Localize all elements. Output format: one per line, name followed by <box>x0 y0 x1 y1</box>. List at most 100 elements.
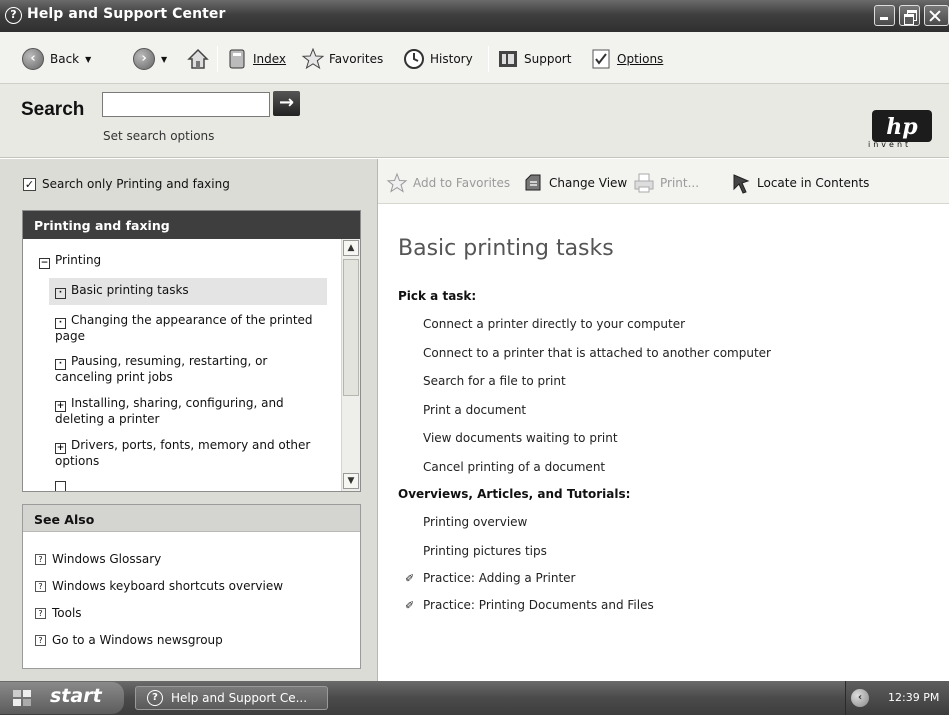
pencil-icon: ✐ <box>405 598 415 612</box>
task-link[interactable]: Search for a file to print <box>423 374 566 388</box>
home-button[interactable] <box>186 47 210 71</box>
see-also-link[interactable]: ? Windows Glossary <box>35 552 161 566</box>
forward-arrow-icon: › <box>133 48 155 70</box>
help-topic-icon: ? <box>35 580 46 592</box>
history-button[interactable]: History <box>403 47 473 71</box>
see-also-label: Go to a Windows newsgroup <box>52 633 223 647</box>
index-label: Index <box>253 52 287 66</box>
tree-item-label: Printing <box>55 253 102 267</box>
close-button[interactable] <box>924 5 949 26</box>
topic-icon: · <box>55 288 66 299</box>
scroll-up-icon[interactable]: ▲ <box>343 240 359 256</box>
favorites-label: Favorites <box>329 52 384 66</box>
support-icon <box>499 51 517 67</box>
set-search-options-link[interactable]: Set search options <box>103 129 214 143</box>
back-button[interactable]: ‹ Back ▼ <box>22 47 91 71</box>
tree-item-label: Installing, sharing, configuring, and de… <box>55 396 284 426</box>
expand-icon[interactable]: + <box>55 401 66 412</box>
overview-link[interactable]: Printing overview <box>423 515 527 529</box>
chevron-down-icon[interactable]: ▼ <box>161 55 167 64</box>
checkbox-checked-icon[interactable]: ✓ <box>23 177 36 191</box>
help-icon: ? <box>5 7 22 24</box>
favorites-button[interactable]: Favorites <box>302 47 383 71</box>
expand-icon[interactable]: + <box>55 443 66 454</box>
chevron-down-icon[interactable]: ▼ <box>85 55 91 64</box>
see-also-link[interactable]: ? Go to a Windows newsgroup <box>35 633 223 647</box>
change-view-icon <box>525 174 541 191</box>
locate-in-contents-label: Locate in Contents <box>757 176 870 190</box>
task-link[interactable]: View documents waiting to print <box>423 431 618 445</box>
search-go-button[interactable]: → <box>273 91 300 116</box>
support-button[interactable]: Support <box>497 47 571 71</box>
tree-item-partial[interactable] <box>55 480 317 491</box>
scroll-thumb[interactable] <box>343 259 359 396</box>
options-label: Options <box>617 52 664 66</box>
forward-button[interactable]: › ▼ <box>133 47 167 71</box>
tree-item-pausing-jobs[interactable]: · Pausing, resuming, restarting, or cance… <box>55 354 323 385</box>
search-input[interactable] <box>102 92 270 117</box>
overviews-heading: Overviews, Articles, and Tutorials: <box>398 487 631 501</box>
search-label: Search <box>21 99 85 120</box>
practice-link[interactable]: ✐ Practice: Printing Documents and Files <box>405 598 654 612</box>
see-also-link[interactable]: ? Windows keyboard shortcuts overview <box>35 579 283 593</box>
maximize-button[interactable] <box>899 5 920 26</box>
see-also-panel: See Also ? Windows Glossary ? Windows keyb… <box>22 504 361 669</box>
content-toolbar: Add to Favorites Change View Print... Lo… <box>378 159 949 204</box>
see-also-label: Windows Glossary <box>52 552 162 566</box>
topic-tree: − Printing · Basic printing tasks · Changin… <box>23 239 341 491</box>
change-view-button[interactable]: Change View <box>522 171 627 195</box>
help-icon: ? <box>147 690 163 706</box>
tree-item-basic-printing-tasks[interactable]: · Basic printing tasks <box>49 278 327 305</box>
see-also-link[interactable]: ? Tools <box>35 606 82 620</box>
print-button[interactable]: Print... <box>633 171 699 195</box>
task-link[interactable]: Connect to a printer that is attached to… <box>423 346 771 360</box>
scope-checkbox[interactable]: ✓ Search only Printing and faxing <box>23 177 230 191</box>
minimize-button[interactable] <box>874 5 895 26</box>
left-pane: ✓ Search only Printing and faxing Printi… <box>0 159 378 681</box>
task-link[interactable]: Print a document <box>423 403 526 417</box>
pick-task-heading: Pick a task: <box>398 289 477 303</box>
tree-item-label: Pausing, resuming, restarting, or cancel… <box>55 354 268 384</box>
tree-item-drivers-ports[interactable]: + Drivers, ports, fonts, memory and other… <box>55 438 317 469</box>
svg-text:hp: hp <box>886 114 918 140</box>
back-arrow-icon: ‹ <box>22 48 44 70</box>
chevron-left-icon[interactable]: ‹ <box>851 689 869 707</box>
locate-arrow-icon <box>733 174 750 194</box>
locate-in-contents-button[interactable]: Locate in Contents <box>730 171 869 195</box>
scroll-down-icon[interactable]: ▼ <box>343 473 359 489</box>
taskbar-item-label: Help and Support Ce... <box>171 691 308 705</box>
tree-item-label: Basic printing tasks <box>71 283 189 297</box>
page-title: Basic printing tasks <box>398 236 614 261</box>
overview-link[interactable]: Printing pictures tips <box>423 544 547 558</box>
topic-header: Printing and faxing <box>23 211 360 239</box>
tree-item-changing-appearance[interactable]: · Changing the appearance of the printed … <box>55 313 321 344</box>
practice-label: Practice: Adding a Printer <box>423 571 576 585</box>
pencil-icon: ✐ <box>405 571 415 585</box>
practice-link[interactable]: ✐ Practice: Adding a Printer <box>405 571 575 585</box>
tree-item-printing[interactable]: − Printing <box>39 253 101 269</box>
task-link[interactable]: Cancel printing of a document <box>423 460 605 474</box>
windows-logo-icon <box>13 690 31 706</box>
topic-scrollbar[interactable]: ▲ ▼ <box>341 239 360 491</box>
checklist-icon <box>592 49 610 69</box>
task-link[interactable]: Connect a printer directly to your compu… <box>423 317 685 331</box>
start-button[interactable]: start <box>0 682 124 714</box>
taskbar-item-help[interactable]: ? Help and Support Ce... <box>135 686 328 710</box>
index-button[interactable]: Index <box>226 47 286 71</box>
clock: 12:39 PM <box>888 691 940 704</box>
start-label: start <box>50 685 102 707</box>
collapse-icon[interactable]: − <box>39 258 50 269</box>
add-to-favorites-button[interactable]: Add to Favorites <box>386 171 510 195</box>
tree-item-label: Drivers, ports, fonts, memory and other … <box>55 438 311 468</box>
content-pane: Basic printing tasks Pick a task: Connec… <box>378 205 949 681</box>
title-bar[interactable]: ? Help and Support Center <box>0 0 949 32</box>
hp-logo: hp <box>872 110 932 142</box>
print-label: Print... <box>660 176 700 190</box>
search-band: Search → Set search options hp invent <box>0 84 949 158</box>
tree-item-installing-printer[interactable]: + Installing, sharing, configuring, and d… <box>55 396 317 427</box>
navigation-toolbar: ‹ Back ▼ › ▼ Index Favorites History Sup… <box>0 32 949 84</box>
expand-icon[interactable] <box>55 481 66 491</box>
change-view-label: Change View <box>549 176 628 190</box>
practice-label: Practice: Printing Documents and Files <box>423 598 654 612</box>
options-button[interactable]: Options <box>590 47 663 71</box>
